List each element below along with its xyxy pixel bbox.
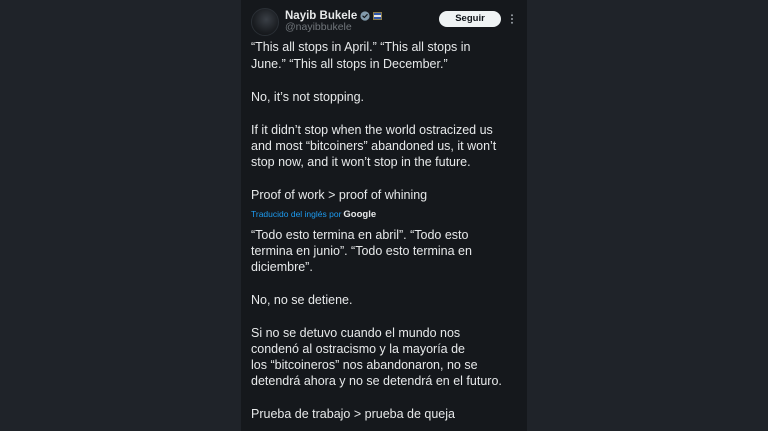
tweet-text-line: “This all stops in April.” “This all sto… — [251, 40, 471, 54]
translation-attribution: Traducido del inglés por Google — [251, 209, 376, 221]
google-logo: Google — [343, 209, 377, 220]
follow-button[interactable]: Seguir — [439, 11, 501, 27]
more-options-icon[interactable] — [509, 13, 515, 25]
translated-text-line: condenó al ostracismo y la mayoría de — [251, 342, 465, 356]
translated-text-line: los “bitcoineros” nos abandonaron, no se — [251, 358, 478, 372]
author-handle[interactable]: @nayibbukele — [285, 21, 352, 33]
el-salvador-flag-icon — [373, 12, 383, 20]
tweet-text-line: If it didn’t stop when the world ostraci… — [251, 123, 493, 137]
tweet-text-line: Proof of work > proof of whining — [251, 188, 428, 202]
tweet-text-line: No, it’s not stopping. — [251, 90, 365, 104]
translated-text-line: diciembre”. — [251, 260, 313, 274]
tweet-text-line: June.” “This all stops in December.” — [251, 57, 448, 71]
translated-text-line: detendrá ahora y no se detendrá en el fu… — [251, 374, 502, 388]
translation-label[interactable]: Traducido del inglés por — [251, 209, 341, 219]
translated-text-line: “Todo esto termina en abril”. “Todo esto — [251, 228, 469, 242]
tweet-panel: Nayib Bukele @nayibbukele Seguir “This a… — [241, 0, 527, 431]
tweet-text-line: stop now, and it won’t stop in the futur… — [251, 155, 471, 169]
translated-text-line: Si no se detuvo cuando el mundo nos — [251, 326, 461, 340]
translated-text-line: Prueba de trabajo > prueba de queja — [251, 407, 455, 421]
avatar[interactable] — [251, 8, 279, 36]
tweet-text-line: and most “bitcoiners” abandoned us, it w… — [251, 139, 497, 153]
translated-text-line: No, no se detiene. — [251, 293, 353, 307]
verified-badge-icon — [360, 11, 370, 21]
translated-text-line: termina en junio”. “Todo esto termina en — [251, 244, 472, 258]
